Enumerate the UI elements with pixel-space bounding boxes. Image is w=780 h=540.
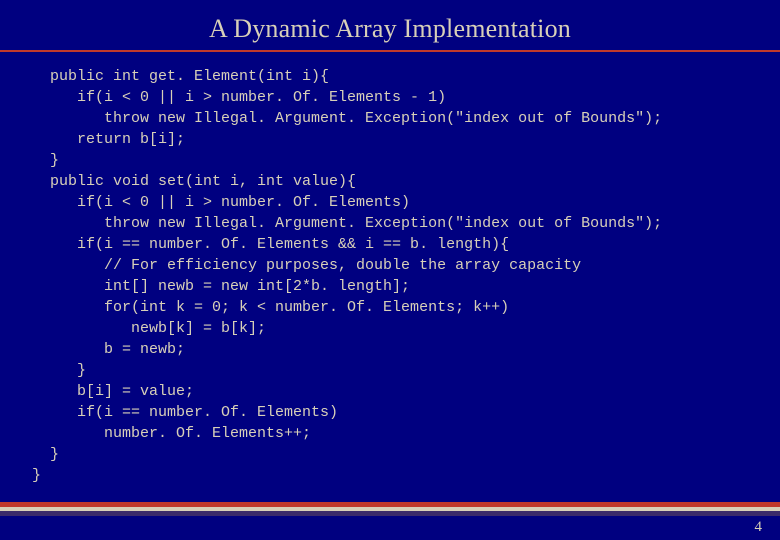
code-line: number. Of. Elements++;: [32, 425, 311, 442]
code-line: return b[i];: [32, 131, 185, 148]
code-line: }: [32, 446, 59, 463]
code-line: if(i == number. Of. Elements): [32, 404, 338, 421]
footer-stripe: [0, 502, 780, 516]
code-line: public int get. Element(int i){: [32, 68, 329, 85]
page-number: 4: [755, 519, 763, 536]
code-line: b = newb;: [32, 341, 185, 358]
code-line: if(i < 0 || i > number. Of. Elements - 1…: [32, 89, 446, 106]
footer-stripe-purple: [0, 511, 780, 516]
code-line: if(i < 0 || i > number. Of. Elements): [32, 194, 410, 211]
code-line: if(i == number. Of. Elements && i == b. …: [32, 236, 509, 253]
code-line: newb[k] = b[k];: [32, 320, 266, 337]
slide-title: A Dynamic Array Implementation: [0, 0, 780, 46]
code-line: }: [32, 467, 41, 484]
code-block: public int get. Element(int i){ if(i < 0…: [0, 52, 780, 486]
code-line: b[i] = value;: [32, 383, 194, 400]
code-line: }: [32, 152, 59, 169]
code-line: throw new Illegal. Argument. Exception("…: [32, 215, 662, 232]
code-line: public void set(int i, int value){: [32, 173, 356, 190]
code-line: int[] newb = new int[2*b. length];: [32, 278, 410, 295]
code-line: }: [32, 362, 86, 379]
code-line: throw new Illegal. Argument. Exception("…: [32, 110, 662, 127]
code-line-comment: // For efficiency purposes, double the a…: [32, 257, 581, 274]
code-line: for(int k = 0; k < number. Of. Elements;…: [32, 299, 509, 316]
